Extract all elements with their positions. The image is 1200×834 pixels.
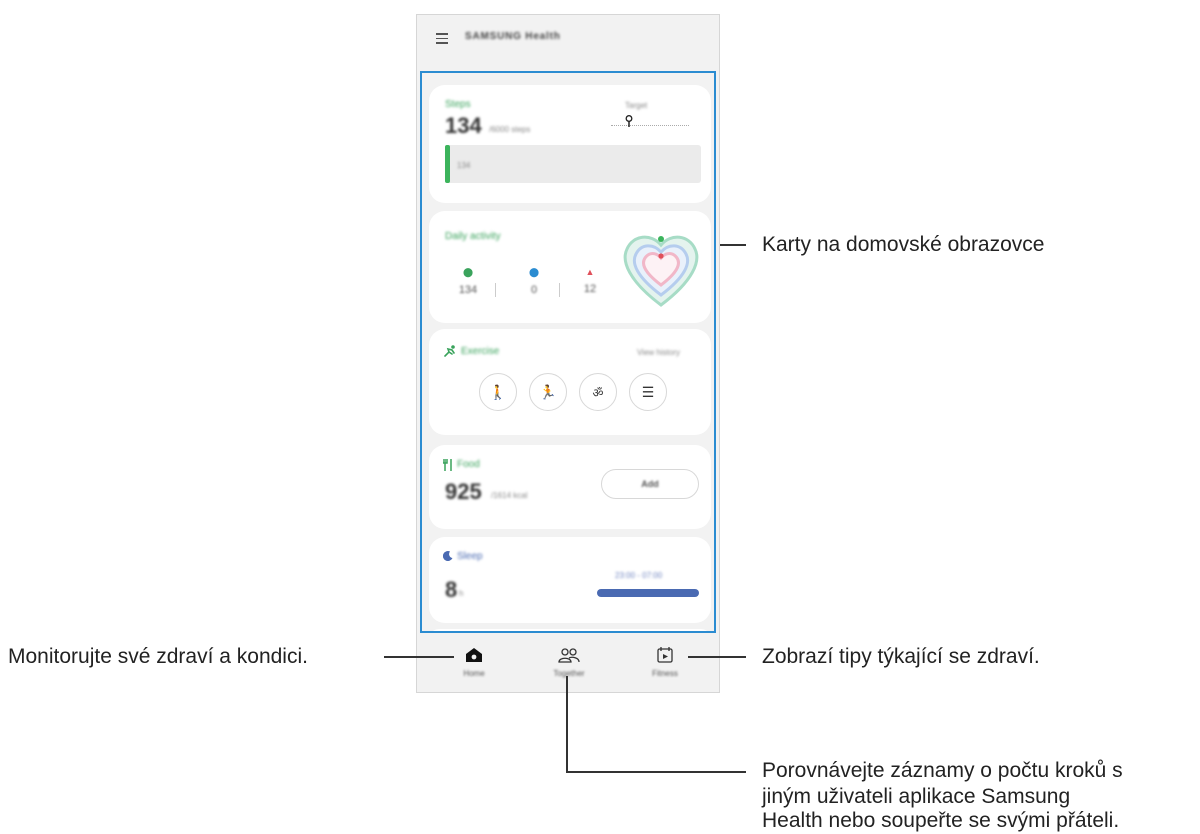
sleep-value: 8: [445, 577, 458, 602]
home-cards-area: Steps 134 /6000 steps Target 134 Daily a…: [420, 71, 716, 633]
app-header: SAMSUNG Health: [417, 15, 719, 67]
divider: [559, 283, 560, 297]
sleep-unit: h: [459, 589, 464, 598]
steps-card-title: Steps: [445, 99, 471, 110]
nav-home[interactable]: Home: [444, 645, 504, 678]
cycling-icon: ॐ: [592, 385, 604, 400]
nav-together-label: Together: [553, 669, 585, 678]
nav-fitness[interactable]: Fitness: [635, 645, 695, 678]
menu-icon[interactable]: [436, 33, 448, 44]
food-card-title: Food: [457, 459, 480, 470]
food-unit: /1614 kcal: [491, 491, 528, 500]
activity-minutes-stat: ⬤ 0: [519, 267, 549, 296]
nav-fitness-label: Fitness: [652, 669, 678, 678]
phone-screen: SAMSUNG Health Steps 134 /6000 steps Tar…: [416, 14, 720, 693]
callout-line-together-horizontal: [566, 771, 746, 773]
flame-icon: ▲: [585, 267, 595, 277]
running-icon: 🏃: [539, 383, 557, 400]
activity-card-title: Daily activity: [445, 231, 501, 242]
list-icon: ☰: [641, 383, 655, 400]
sleep-time-range: 23:00 - 07:00: [615, 571, 663, 580]
running-icon: [444, 345, 455, 357]
add-food-label: Add: [641, 479, 659, 489]
activity-calories-value: 12: [583, 283, 597, 295]
callout-home: Monitorujte své zdraví a kondici.: [8, 645, 308, 668]
more-workouts-button[interactable]: ☰: [629, 373, 667, 411]
activity-minutes-value: 0: [530, 284, 538, 296]
app-title: SAMSUNG Health: [465, 31, 561, 42]
together-icon: [558, 648, 580, 663]
steps-target-label: Target: [625, 101, 648, 110]
food-value: 925: [445, 479, 482, 504]
fork-knife-icon: [443, 459, 452, 471]
clock-icon: ⬤: [528, 267, 540, 277]
sleep-card-title: Sleep: [457, 551, 483, 562]
target-pin-icon: [625, 115, 633, 127]
daily-activity-card[interactable]: Daily activity ⬤ 134 ⬤ 0 ▲ 12: [429, 211, 711, 323]
callout-tips: Zobrazí tipy týkající se zdraví.: [762, 645, 1040, 668]
activity-steps-value: 134: [458, 284, 478, 296]
steps-icon: ⬤: [462, 267, 474, 277]
steps-value: 134: [445, 113, 482, 138]
callout-line-cards: [720, 244, 746, 246]
callout-together-line3: Health nebo soupeřte se svými přáteli.: [762, 809, 1120, 832]
food-card[interactable]: Food 925 /1614 kcal Add: [429, 445, 711, 529]
walking-icon: 🚶: [489, 383, 507, 400]
callout-cards: Karty na domovské obrazovce: [762, 233, 1045, 256]
exercise-card-title: Exercise: [461, 346, 500, 357]
divider: [495, 283, 496, 297]
steps-progress-track: [445, 145, 701, 183]
steps-unit: /6000 steps: [489, 125, 531, 134]
callout-together-line2: jiným uživateli aplikace Samsung: [762, 785, 1071, 808]
sleep-bar: [597, 589, 699, 597]
callout-line-home: [384, 656, 454, 658]
steps-target-line: [611, 125, 689, 126]
activity-steps-stat: ⬤ 134: [453, 267, 483, 296]
bottom-nav: Home Together Fitness: [417, 639, 719, 692]
steps-progress-fill: [445, 145, 450, 183]
activity-rings: [623, 235, 699, 307]
cycling-button[interactable]: ॐ: [579, 373, 617, 411]
callout-line-together-vertical: [566, 676, 568, 772]
moon-icon: [443, 551, 453, 561]
fitness-icon: [657, 647, 673, 663]
sleep-card[interactable]: Sleep 8 h 23:00 - 07:00: [429, 537, 711, 623]
next-card-peek: [429, 629, 711, 631]
view-history-link[interactable]: View history: [637, 348, 680, 357]
walking-button[interactable]: 🚶: [479, 373, 517, 411]
steps-bar-label: 134: [457, 161, 471, 170]
exercise-card[interactable]: Exercise View history 🚶 🏃 ॐ ☰: [429, 329, 711, 435]
nav-together[interactable]: Together: [539, 645, 599, 678]
callout-together-line1: Porovnávejte záznamy o počtu kroků s: [762, 759, 1123, 782]
activity-calories-stat: ▲ 12: [575, 267, 605, 295]
home-icon: [466, 648, 482, 662]
nav-home-label: Home: [463, 669, 485, 678]
add-food-button[interactable]: Add: [601, 469, 699, 499]
running-button[interactable]: 🏃: [529, 373, 567, 411]
callout-line-tips: [688, 656, 746, 658]
steps-card[interactable]: Steps 134 /6000 steps Target 134: [429, 85, 711, 203]
